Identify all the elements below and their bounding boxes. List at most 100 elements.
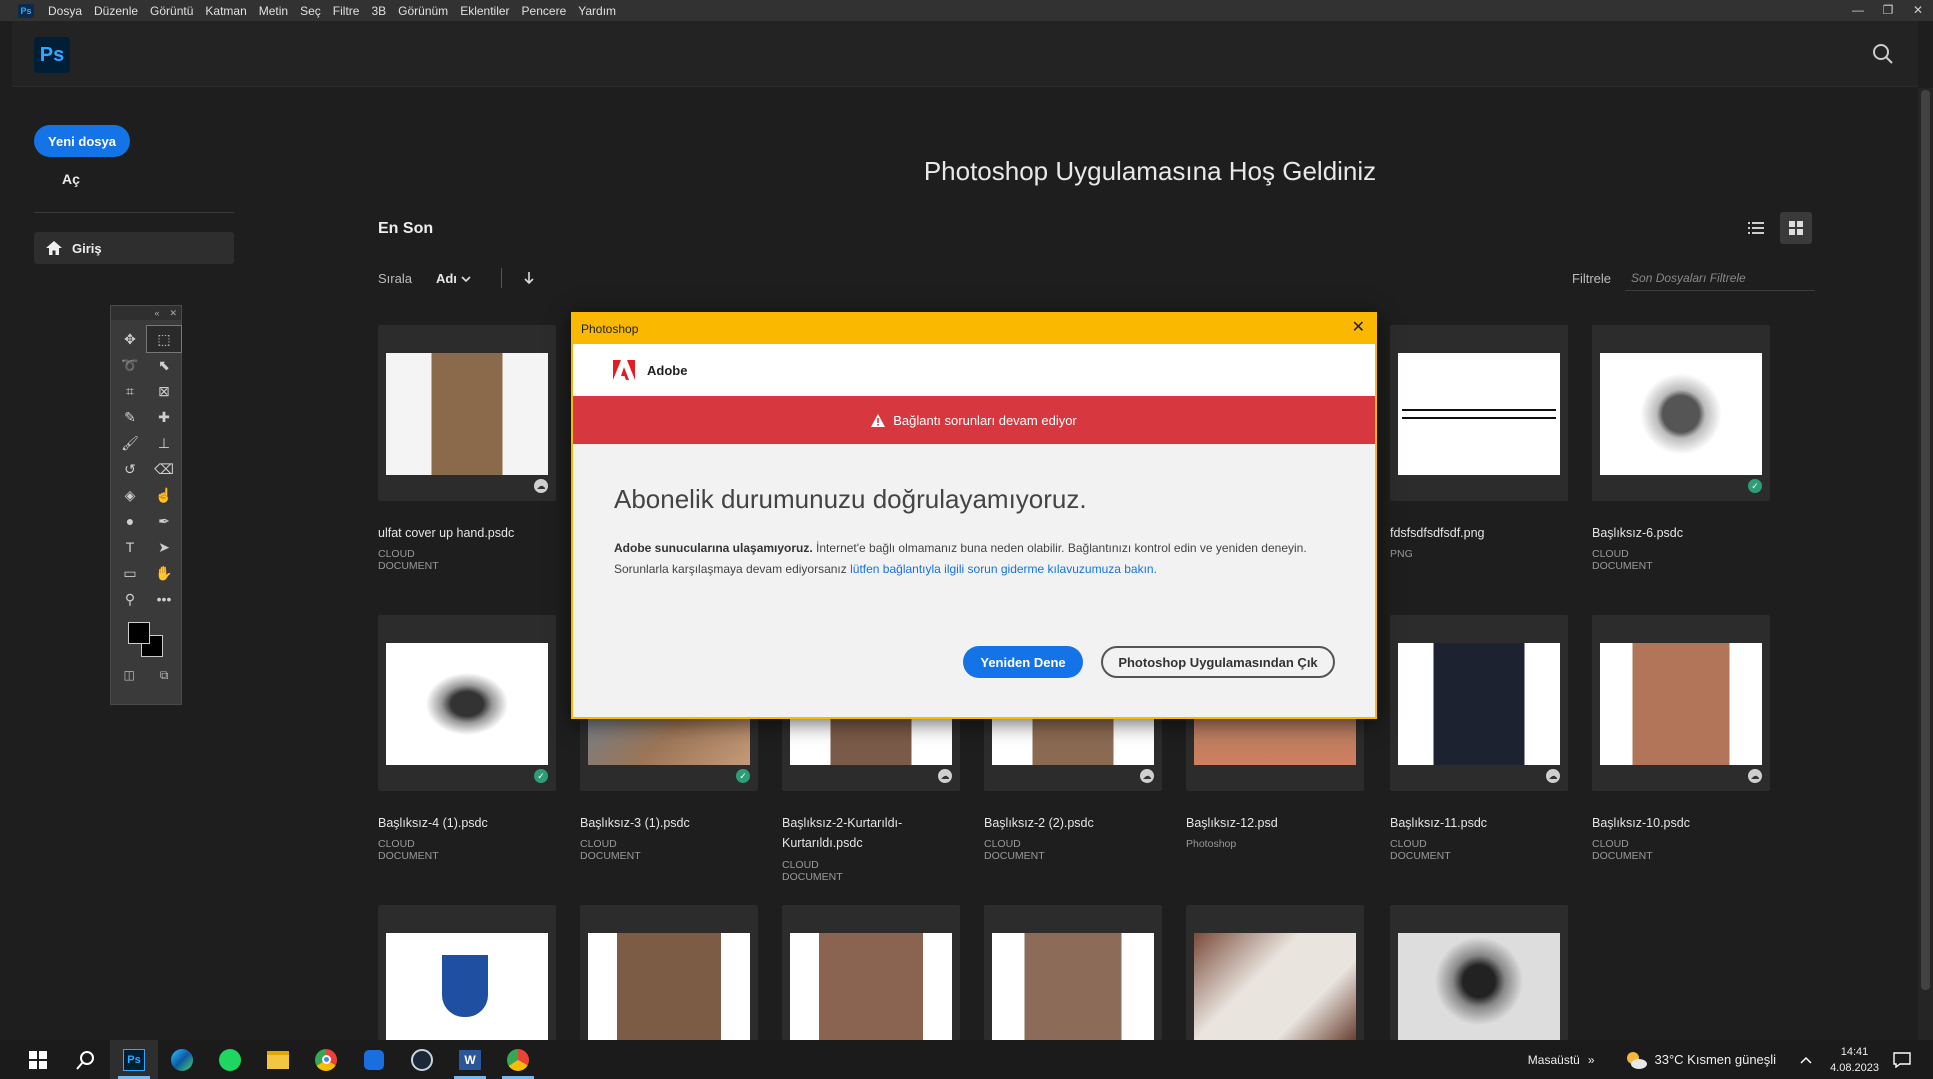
sidebar-divider [34,212,234,213]
crop-tool-icon[interactable]: ⌗ [113,378,147,404]
file-card[interactable]: ☁ [378,325,556,501]
sort-direction-arrow-icon[interactable] [523,271,534,285]
clock[interactable]: 14:41 4.08.2023 [1830,1044,1879,1076]
move-tool-icon[interactable]: ✥ [113,326,147,352]
brand-name: Adobe [647,362,688,378]
adobe-logo-icon [613,360,635,380]
file-card[interactable]: ✓ [1592,325,1770,501]
menu-3b[interactable]: 3B [371,4,386,18]
menu-dosya[interactable]: Dosya [48,4,82,18]
search-icon[interactable] [1872,43,1894,65]
file-thumbnail [1398,353,1560,475]
file-card[interactable]: ☁ [1592,615,1770,791]
marquee-tool-icon[interactable]: ⬚ [146,325,182,353]
file-card[interactable] [1390,325,1568,501]
dialog-close-button[interactable]: ✕ [1352,320,1365,336]
word-icon[interactable]: W [446,1040,494,1079]
eraser-tool-icon[interactable]: ⌫ [147,456,181,482]
menu-gorunum[interactable]: Görünüm [398,4,448,18]
file-card[interactable] [1390,905,1568,1040]
close-window-button[interactable]: ✕ [1903,0,1933,21]
color-swatches [111,612,181,662]
file-card[interactable]: ✓ [378,615,556,791]
minimize-button[interactable]: — [1843,0,1873,21]
screen-mode-icon[interactable]: ⧉ [160,668,169,683]
spotify-icon[interactable] [206,1040,254,1079]
sidebar-item-home[interactable]: Giriş [34,232,234,264]
scrollbar[interactable] [1918,88,1933,1040]
quick-mask-icon[interactable]: ◫ [124,668,135,683]
menu-goruntu[interactable]: Görüntü [150,4,193,18]
file-card[interactable] [580,905,758,1040]
toolbar-expand-icon[interactable]: » [1588,1053,1595,1067]
retry-button[interactable]: Yeniden Dene [963,646,1083,678]
menu-eklentiler[interactable]: Eklentiler [460,4,509,18]
healing-tool-icon[interactable]: ✚ [147,404,181,430]
menu-duzenle[interactable]: Düzenle [94,4,138,18]
open-button[interactable]: Aç [62,171,80,187]
taskbar-photoshop-icon[interactable]: Ps [110,1040,158,1079]
vpn-app-icon[interactable] [350,1040,398,1079]
quit-photoshop-button[interactable]: Photoshop Uygulamasından Çık [1101,646,1335,678]
windows-start-icon[interactable] [14,1040,62,1079]
file-card[interactable]: ☁ [1390,615,1568,791]
foreground-color-swatch[interactable] [128,622,150,644]
type-tool-icon[interactable]: T [113,534,147,560]
frame-tool-icon[interactable]: ⊠ [147,378,181,404]
grid-view-icon[interactable] [1780,212,1812,244]
synced-check-icon: ✓ [736,769,750,783]
file-card[interactable] [984,905,1162,1040]
history-brush-icon[interactable]: ↺ [113,456,147,482]
sort-divider [500,268,502,288]
panel-close-icon[interactable]: ✕ [169,308,177,319]
file-card[interactable] [1186,905,1364,1040]
more-tools-icon[interactable]: ••• [147,586,181,612]
path-select-icon[interactable]: ➤ [147,534,181,560]
rectangle-tool-icon[interactable]: ▭ [113,560,147,586]
chrome-profile-icon[interactable] [494,1040,542,1079]
file-card[interactable] [378,905,556,1040]
collapse-icon[interactable]: « [154,308,159,318]
restore-button[interactable]: ❐ [1873,0,1903,21]
dialog-titlebar: Photoshop ✕ [573,314,1375,344]
file-type: CLOUD DOCUMENT [1592,838,1653,862]
menu-filtre[interactable]: Filtre [333,4,360,18]
stamp-tool-icon[interactable]: ⊥ [147,430,181,456]
desktop-toolbar-label[interactable]: Masaüstü [1528,1053,1580,1067]
notification-icon[interactable] [1893,1051,1911,1068]
brush-tool-icon[interactable]: 🖌 [113,430,147,456]
smudge-tool-icon[interactable]: ☝ [147,482,181,508]
weather-text[interactable]: 33°C Kısmen güneşli [1655,1052,1777,1067]
scrollbar-thumb[interactable] [1921,90,1930,990]
file-explorer-icon[interactable] [254,1040,302,1079]
lasso-tool-icon[interactable]: ➰ [113,352,147,378]
edge-icon[interactable] [158,1040,206,1079]
menu-metin[interactable]: Metin [259,4,288,18]
pen-tool-icon[interactable]: ✒ [147,508,181,534]
filter-input[interactable] [1625,265,1816,291]
chevron-down-icon [460,275,471,282]
menu-katman[interactable]: Katman [205,4,246,18]
app-icon[interactable]: Ps [18,3,34,18]
chrome-icon[interactable] [302,1040,350,1079]
chevron-up-icon[interactable] [1800,1056,1812,1064]
hand-tool-icon[interactable]: ✋ [147,560,181,586]
file-thumbnail [790,933,952,1040]
menu-yardim[interactable]: Yardım [578,4,616,18]
menu-sec[interactable]: Seç [300,4,321,18]
eyedropper-tool-icon[interactable]: ✎ [113,404,147,430]
search-icon[interactable] [62,1040,110,1079]
dodge-tool-icon[interactable]: ● [113,508,147,534]
object-select-tool-icon[interactable]: ⬉ [147,352,181,378]
steam-icon[interactable] [398,1040,446,1079]
file-thumbnail [992,933,1154,1040]
new-file-button[interactable]: Yeni dosya [34,125,130,157]
menu-pencere[interactable]: Pencere [522,4,567,18]
troubleshoot-link[interactable]: lütfen bağlantıyla ilgili sorun giderme … [850,562,1157,576]
cloud-status-icon: ☁ [1546,769,1560,783]
list-view-icon[interactable] [1740,212,1772,244]
bucket-tool-icon[interactable]: ◈ [113,482,147,508]
file-card[interactable] [782,905,960,1040]
sort-dropdown[interactable]: Adı [436,271,471,286]
zoom-tool-icon[interactable]: ⚲ [113,586,147,612]
